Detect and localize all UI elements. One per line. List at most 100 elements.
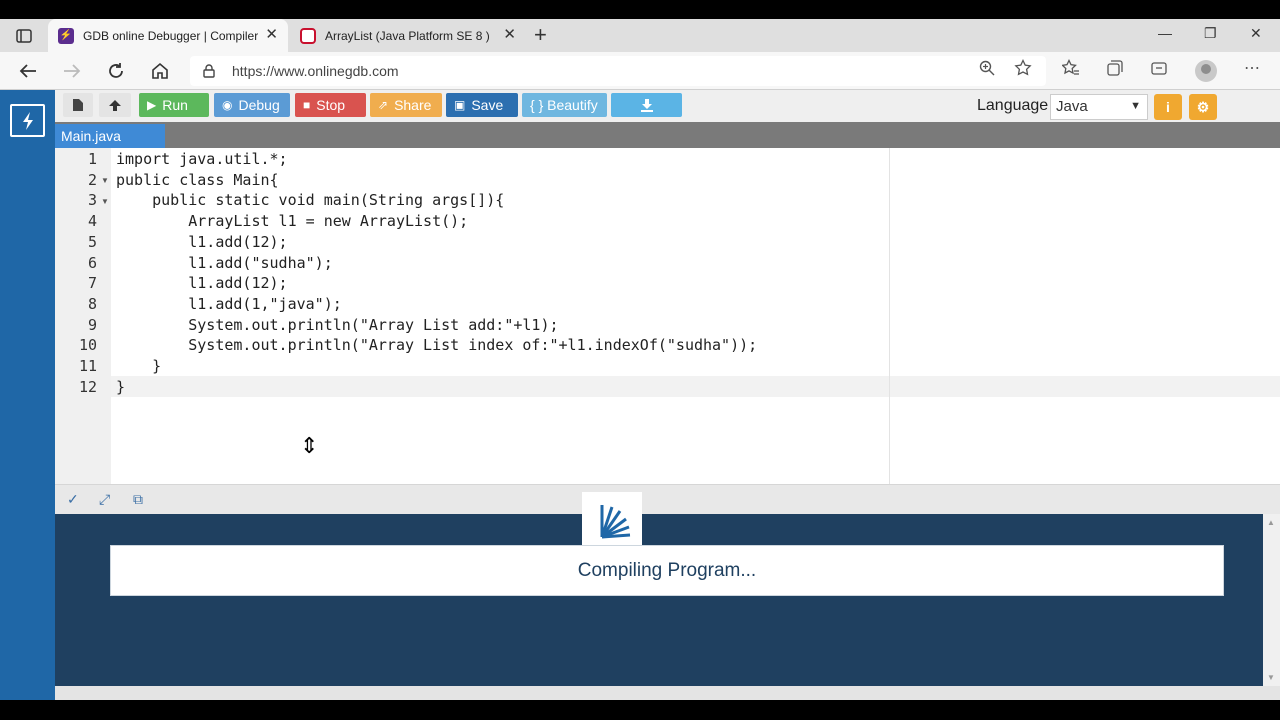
extensions-icon[interactable] — [1150, 59, 1168, 77]
fold-arrow-icon[interactable]: ▼ — [101, 197, 109, 206]
line-number: 1 — [87, 150, 97, 168]
file-tab-bar: Main.java — [55, 122, 1280, 148]
code-line: } — [116, 377, 126, 396]
compile-status-text: Compiling Program... — [577, 559, 757, 581]
back-icon[interactable] — [17, 60, 39, 82]
chevron-down-icon: ▼ — [1130, 100, 1141, 112]
gdb-favicon-icon: ⚡ — [58, 27, 74, 44]
tab-title: GDB online Debugger | Compiler — [83, 28, 258, 43]
code-editor[interactable]: 1 2 3 4 5 6 7 8 9 10 11 12 ▼ ▼ import ja… — [55, 148, 1280, 484]
debug-button[interactable]: ◉ Debug — [214, 93, 290, 117]
language-label: Language — [977, 97, 1049, 114]
home-icon[interactable] — [149, 60, 171, 82]
bottom-strip — [55, 686, 1280, 700]
line-number: 12 — [78, 377, 97, 396]
code-line: l1.add(12); — [116, 232, 288, 251]
code-line: l1.add("sudha"); — [116, 253, 333, 272]
onlinegdb-logo-icon[interactable] — [10, 104, 45, 137]
url-text: https://www.onlinegdb.com — [232, 63, 399, 79]
profile-avatar[interactable] — [1195, 60, 1217, 82]
console-scrollbar[interactable]: ▲ ▼ — [1263, 514, 1280, 686]
language-value: Java — [1056, 98, 1088, 115]
code-line: System.out.println("Array List index of:… — [116, 336, 758, 355]
close-tab-icon[interactable]: ✕ — [265, 27, 278, 43]
debug-label: Debug — [238, 97, 280, 113]
resize-cursor-icon: ⇕ — [300, 433, 319, 458]
download-icon — [640, 99, 653, 112]
line-number: 6 — [87, 253, 97, 272]
new-file-icon[interactable] — [63, 93, 93, 117]
onlinegdb-page: ▶ Run ◉ Debug ■ Stop ⇗ Share ▣ Save { } Beaut… — [0, 90, 1280, 700]
minimize-icon[interactable]: — — [1158, 25, 1172, 41]
browser-tab-strip: ⚡ GDB online Debugger | Compiler ✕ Array… — [0, 19, 1280, 52]
code-line: System.out.println("Array List add:"+l1)… — [116, 315, 559, 334]
stop-label: Stop — [316, 97, 346, 113]
info-icon[interactable]: i — [1154, 94, 1182, 120]
add-favorite-icon[interactable] — [1014, 59, 1032, 77]
stop-icon: ■ — [303, 98, 311, 112]
print-margin — [889, 148, 890, 484]
share-icon: ⇗ — [378, 98, 389, 112]
language-select[interactable]: Java ▼ — [1050, 94, 1148, 120]
screen: ⚡ GDB online Debugger | Compiler ✕ Array… — [0, 0, 1280, 720]
code-line: public static void main(String args[]){ — [116, 191, 505, 210]
line-number: 8 — [87, 294, 97, 313]
save-label: Save — [471, 97, 504, 113]
tab-actions-icon[interactable] — [10, 25, 38, 47]
collections-icon[interactable] — [1106, 59, 1124, 77]
close-tab-icon[interactable]: ✕ — [503, 27, 516, 43]
share-button[interactable]: ⇗ Share — [370, 93, 442, 117]
more-menu-icon[interactable]: ⋯ — [1243, 59, 1261, 77]
collapse-chevron-icon[interactable]: ✓ — [67, 491, 79, 508]
console-panel[interactable] — [55, 514, 1263, 686]
line-number: 9 — [87, 315, 97, 334]
save-button[interactable]: ▣ Save — [446, 93, 518, 117]
url-field[interactable]: https://www.onlinegdb.com — [190, 56, 1046, 86]
line-number: 10 — [78, 336, 97, 355]
code-line: public class Main{ — [116, 170, 279, 189]
lock-icon[interactable] — [202, 64, 216, 78]
scroll-up-icon[interactable]: ▲ — [1267, 518, 1275, 527]
settings-gear-icon[interactable]: ⚙ — [1189, 94, 1217, 120]
zoom-icon[interactable] — [978, 59, 996, 77]
run-label: Run — [162, 97, 188, 113]
save-icon: ▣ — [454, 98, 466, 112]
address-bar-row: https://www.onlinegdb.com ⋯ — [0, 52, 1280, 90]
new-tab-icon[interactable]: + — [534, 24, 547, 46]
restore-icon[interactable]: ❐ — [1204, 25, 1217, 42]
share-label: Share — [394, 97, 432, 113]
expand-icon[interactable]: ⤢ — [99, 491, 110, 508]
run-button[interactable]: ▶ Run — [139, 93, 209, 117]
tab-gdb[interactable]: ⚡ GDB online Debugger | Compiler ✕ — [48, 19, 288, 52]
tab-arraylist[interactable]: ArrayList (Java Platform SE 8 ) ✕ — [290, 19, 526, 52]
compile-status: Compiling Program... — [110, 545, 1224, 596]
line-number: 11 — [78, 357, 97, 375]
beautify-button[interactable]: { } Beautify — [522, 93, 607, 117]
code-line: ArrayList l1 = new ArrayList(); — [116, 212, 469, 231]
editor-toolbar: ▶ Run ◉ Debug ■ Stop ⇗ Share ▣ Save { } Beaut… — [55, 90, 1280, 122]
line-number: 4 — [87, 212, 97, 231]
forward-icon[interactable] — [61, 60, 83, 82]
console-splitter[interactable]: ✓ ⤢ ⧉ — [55, 484, 1280, 514]
favorites-icon[interactable] — [1062, 59, 1080, 77]
debug-icon: ◉ — [222, 98, 233, 112]
copy-console-icon[interactable]: ⧉ — [133, 491, 143, 508]
stop-button[interactable]: ■ Stop — [295, 93, 366, 117]
upload-icon[interactable] — [99, 93, 131, 117]
code-line: l1.add(12); — [116, 274, 288, 293]
fold-arrow-icon[interactable]: ▼ — [101, 176, 109, 185]
oracle-favicon-icon — [300, 27, 316, 44]
left-sidebar — [0, 90, 55, 700]
code-line: l1.add(1,"java"); — [116, 294, 342, 313]
active-line-highlight — [55, 376, 1280, 397]
scroll-down-icon[interactable]: ▼ — [1267, 673, 1275, 682]
code-line: import java.util.*; — [116, 150, 288, 168]
download-button[interactable] — [611, 93, 682, 117]
loading-spinner-icon — [582, 492, 642, 547]
window-close-icon[interactable]: ✕ — [1250, 25, 1262, 42]
refresh-icon[interactable] — [105, 60, 127, 82]
line-number: 7 — [87, 274, 97, 293]
beautify-label: { } Beautify — [530, 97, 598, 113]
tab-main-java[interactable]: Main.java — [55, 124, 165, 148]
line-number: 5 — [87, 232, 97, 251]
